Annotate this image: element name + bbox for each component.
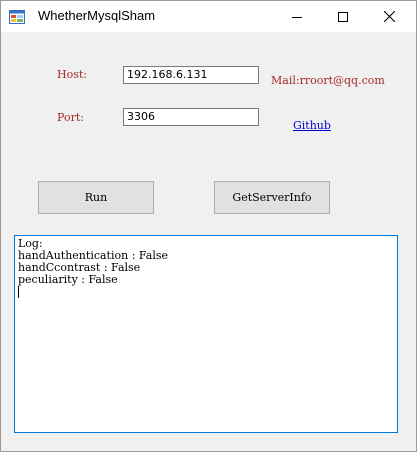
minimize-button[interactable] bbox=[274, 1, 320, 32]
get-server-info-button[interactable]: GetServerInfo bbox=[214, 181, 330, 214]
title-bar[interactable]: WhetherMysqlSham bbox=[1, 1, 416, 32]
port-input[interactable]: 3306 bbox=[123, 108, 259, 126]
github-link[interactable]: Github bbox=[293, 119, 331, 132]
maximize-icon bbox=[338, 11, 348, 22]
log-line: peculiarity : False bbox=[18, 273, 118, 286]
mail-text: Mail:rroort@qq.com bbox=[271, 74, 385, 87]
window-title: WhetherMysqlSham bbox=[38, 8, 156, 23]
maximize-button[interactable] bbox=[320, 1, 366, 32]
log-textarea[interactable]: Log: handAuthentication : False handCcon… bbox=[14, 235, 398, 433]
port-label: Port: bbox=[57, 111, 84, 124]
minimize-icon bbox=[292, 16, 302, 18]
run-button[interactable]: Run bbox=[38, 181, 154, 214]
app-form-icon bbox=[9, 9, 25, 25]
host-input[interactable]: 192.168.6.131 bbox=[123, 66, 259, 84]
close-icon bbox=[383, 11, 395, 22]
close-button[interactable] bbox=[366, 1, 412, 32]
host-label: Host: bbox=[57, 68, 87, 81]
app-window: WhetherMysqlSham Host: 192.168.6.131 Mai… bbox=[0, 0, 417, 452]
text-caret bbox=[18, 286, 19, 298]
